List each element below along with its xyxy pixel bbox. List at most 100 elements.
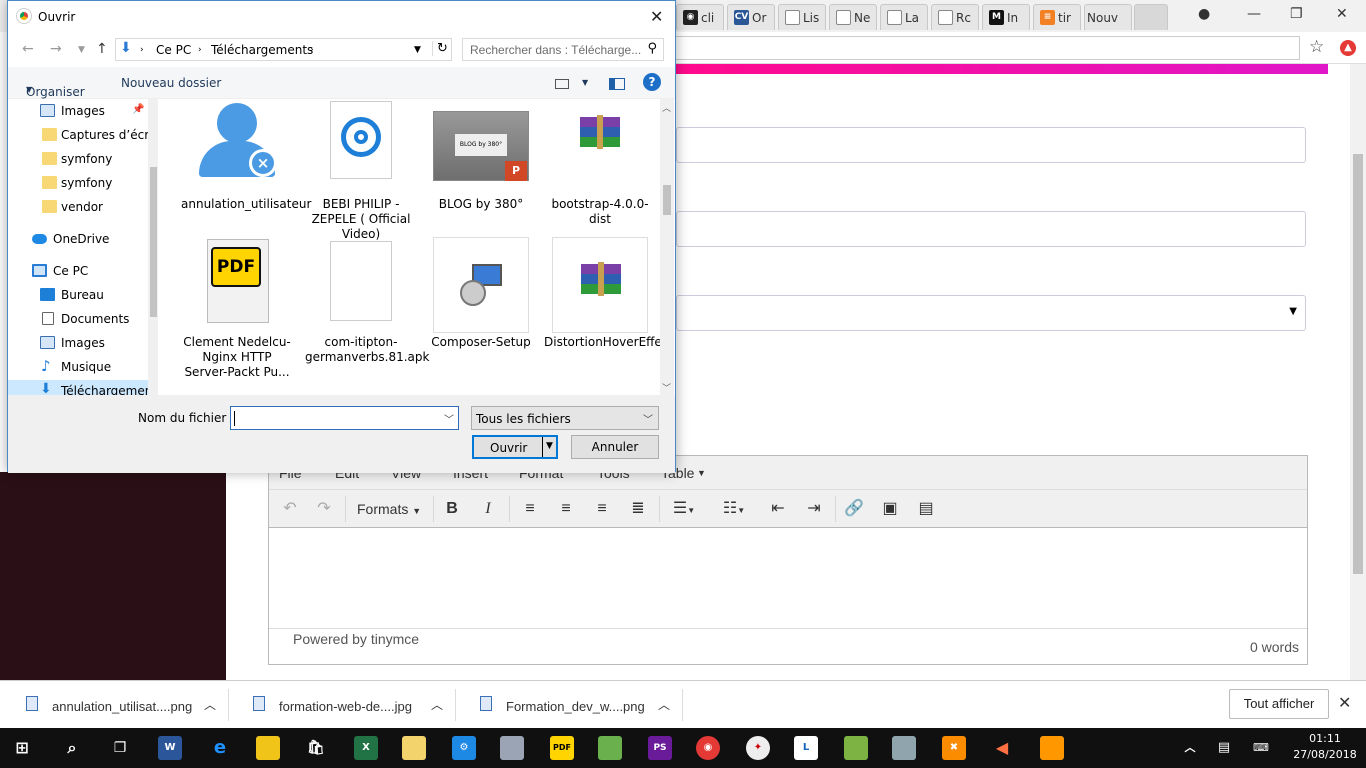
align-center-icon[interactable]: ≡ — [555, 498, 577, 520]
breadcrumb[interactable]: ⬇ › Ce PC › Téléchargements › ▼ ↻ — [115, 38, 452, 61]
undo-icon[interactable]: ↶ — [279, 498, 301, 520]
up-arrow-icon[interactable]: ↑ — [96, 41, 108, 57]
chevron-up-icon[interactable]: ︿ — [1182, 736, 1198, 760]
new-folder-button[interactable]: Nouveau dossier — [121, 76, 221, 90]
indent-icon[interactable]: ⇥ — [803, 498, 825, 520]
app-icon[interactable]: L — [794, 736, 818, 760]
window-close-icon[interactable]: ✕ — [1336, 6, 1348, 22]
open-options-arrow-icon[interactable]: ▼ — [546, 441, 553, 451]
search-input[interactable]: Rechercher dans : Télécharge... ⚲ — [462, 38, 664, 61]
nav-item-symfony[interactable]: symfony — [8, 172, 148, 194]
nav-item-documents[interactable]: Documents — [8, 308, 148, 330]
search-icon[interactable]: ⌕ — [60, 736, 84, 760]
form-input[interactable] — [676, 127, 1306, 163]
clock-app-icon[interactable]: ✦ — [746, 736, 770, 760]
browser-tab[interactable]: CV Or — [727, 4, 775, 30]
excel-icon[interactable]: X — [354, 736, 378, 760]
browser-tab[interactable]: Ne — [829, 4, 877, 30]
chevron-up-icon[interactable]: ︿ — [658, 696, 670, 713]
task-view-icon[interactable]: ❐ — [108, 736, 132, 760]
close-icon[interactable]: ✕ — [1338, 693, 1351, 712]
audio-app-icon[interactable]: ◀ — [990, 736, 1014, 760]
app-icon[interactable] — [598, 736, 622, 760]
align-right-icon[interactable]: ≡ — [591, 498, 613, 520]
file-explorer-icon[interactable] — [256, 736, 280, 760]
browser-tab[interactable]: ≡ tir — [1033, 4, 1081, 30]
chevron-up-icon[interactable]: ︿ — [431, 696, 443, 713]
image-icon[interactable]: ▣ — [879, 498, 901, 520]
chart-app-icon[interactable] — [844, 736, 868, 760]
browser-tab[interactable]: M In — [982, 4, 1030, 30]
pdf-reader-icon[interactable]: PDF — [550, 736, 574, 760]
chevron-down-icon[interactable]: ▼ — [582, 78, 588, 87]
filename-input[interactable]: ﹀ — [230, 406, 459, 430]
editor-content-area[interactable] — [269, 528, 1307, 628]
word-icon[interactable]: W — [158, 736, 182, 760]
page-scrollbar[interactable] — [1350, 64, 1366, 680]
windows-start-icon[interactable]: ⊞ — [10, 736, 34, 760]
italic-icon[interactable]: I — [477, 498, 499, 520]
form-select[interactable]: ▼ — [676, 295, 1306, 331]
nav-item-onedrive[interactable]: OneDrive — [8, 228, 148, 250]
nav-item-music[interactable]: ♪ Musique — [8, 356, 148, 378]
settings-icon[interactable]: ⚙ — [452, 736, 476, 760]
breadcrumb-ce-pc[interactable]: Ce PC — [156, 43, 191, 57]
nav-item-screenshots[interactable]: Captures d’écran — [8, 124, 158, 146]
keyboard-icon[interactable]: ⌨ — [1250, 736, 1272, 760]
link-icon[interactable]: 🔗 — [843, 498, 865, 520]
powered-by-label[interactable]: Powered by tinymce — [293, 631, 419, 647]
app-icon[interactable] — [500, 736, 524, 760]
recent-chevron-icon[interactable]: ▼ — [78, 45, 85, 55]
close-icon[interactable]: ✕ — [650, 7, 663, 26]
align-left-icon[interactable]: ≡ — [519, 498, 541, 520]
cancel-button[interactable]: Annuler — [571, 435, 659, 459]
view-options-icon[interactable] — [555, 79, 569, 89]
new-tab-button[interactable] — [1134, 4, 1168, 30]
file-list-scrollbar[interactable]: ︿ ﹀ — [660, 99, 674, 395]
outdent-icon[interactable]: ⇤ — [767, 498, 789, 520]
nav-item-downloads[interactable]: ⬇ Téléchargements — [8, 380, 158, 395]
open-button[interactable]: Ouvrir ▼ — [472, 435, 558, 459]
nav-item-ce-pc[interactable]: Ce PC — [8, 260, 148, 282]
nav-item-symfony[interactable]: symfony — [8, 148, 148, 170]
chevron-down-icon[interactable]: ﹀ — [444, 411, 454, 426]
browser-tab[interactable]: Nouv — [1084, 4, 1132, 30]
nav-item-desktop[interactable]: Bureau — [8, 284, 148, 306]
file-item[interactable]: bootstrap-4.0.0-dist — [544, 99, 656, 227]
chrome-icon[interactable]: ◉ — [696, 736, 720, 760]
system-clock[interactable]: 01:11 27/08/2018 — [1288, 731, 1362, 763]
file-item[interactable]: × annulation_utilisateur — [181, 99, 311, 212]
scrollbar-thumb[interactable] — [663, 185, 671, 215]
bold-icon[interactable]: B — [441, 498, 463, 520]
file-item[interactable]: BEBI PHILIP - ZEPELE ( Official Video) — [305, 99, 417, 242]
profile-icon[interactable]: ● — [1198, 6, 1210, 22]
scroll-up-icon[interactable]: ︿ — [662, 101, 671, 114]
restore-icon[interactable]: ❐ — [1290, 6, 1303, 22]
bookmark-star-icon[interactable]: ☆ — [1309, 37, 1324, 57]
notification-icon[interactable]: ▤ — [1214, 736, 1234, 760]
bullet-list-icon[interactable]: ☰▼ — [667, 498, 701, 520]
download-item[interactable]: Formation_dev_w....png ︿ — [458, 689, 683, 721]
file-item[interactable]: com-itipton-germanverbs.81.apk — [305, 237, 429, 365]
app-icon[interactable] — [892, 736, 916, 760]
nav-scrollbar[interactable] — [148, 99, 158, 395]
forward-arrow-icon[interactable]: → — [50, 41, 62, 57]
scrollbar-thumb[interactable] — [1353, 154, 1363, 574]
align-justify-icon[interactable]: ≣ — [627, 498, 649, 520]
file-item[interactable]: Composer-Setup — [425, 237, 537, 350]
store-icon[interactable]: 🛍 — [304, 736, 328, 760]
refresh-icon[interactable]: ↻ — [432, 41, 448, 56]
browser-tab[interactable]: Rc — [931, 4, 979, 30]
extension-icon[interactable]: ▲ — [1340, 40, 1356, 56]
redo-icon[interactable]: ↷ — [313, 498, 335, 520]
scrollbar-thumb[interactable] — [150, 167, 157, 317]
explorer-folder-icon[interactable] — [402, 736, 426, 760]
phpstorm-icon[interactable]: PS — [648, 736, 672, 760]
file-item[interactable]: PDF Clement Nedelcu-Nginx HTTP Server-Pa… — [181, 237, 293, 380]
numbered-list-icon[interactable]: ☷▼ — [715, 498, 753, 520]
breadcrumb-downloads[interactable]: Téléchargements — [211, 43, 313, 57]
browser-tab[interactable]: Lis — [778, 4, 826, 30]
minimize-icon[interactable]: — — [1247, 6, 1261, 22]
scroll-down-icon[interactable]: ﹀ — [662, 381, 671, 394]
download-item[interactable]: annulation_utilisat....png ︿ — [4, 689, 229, 721]
